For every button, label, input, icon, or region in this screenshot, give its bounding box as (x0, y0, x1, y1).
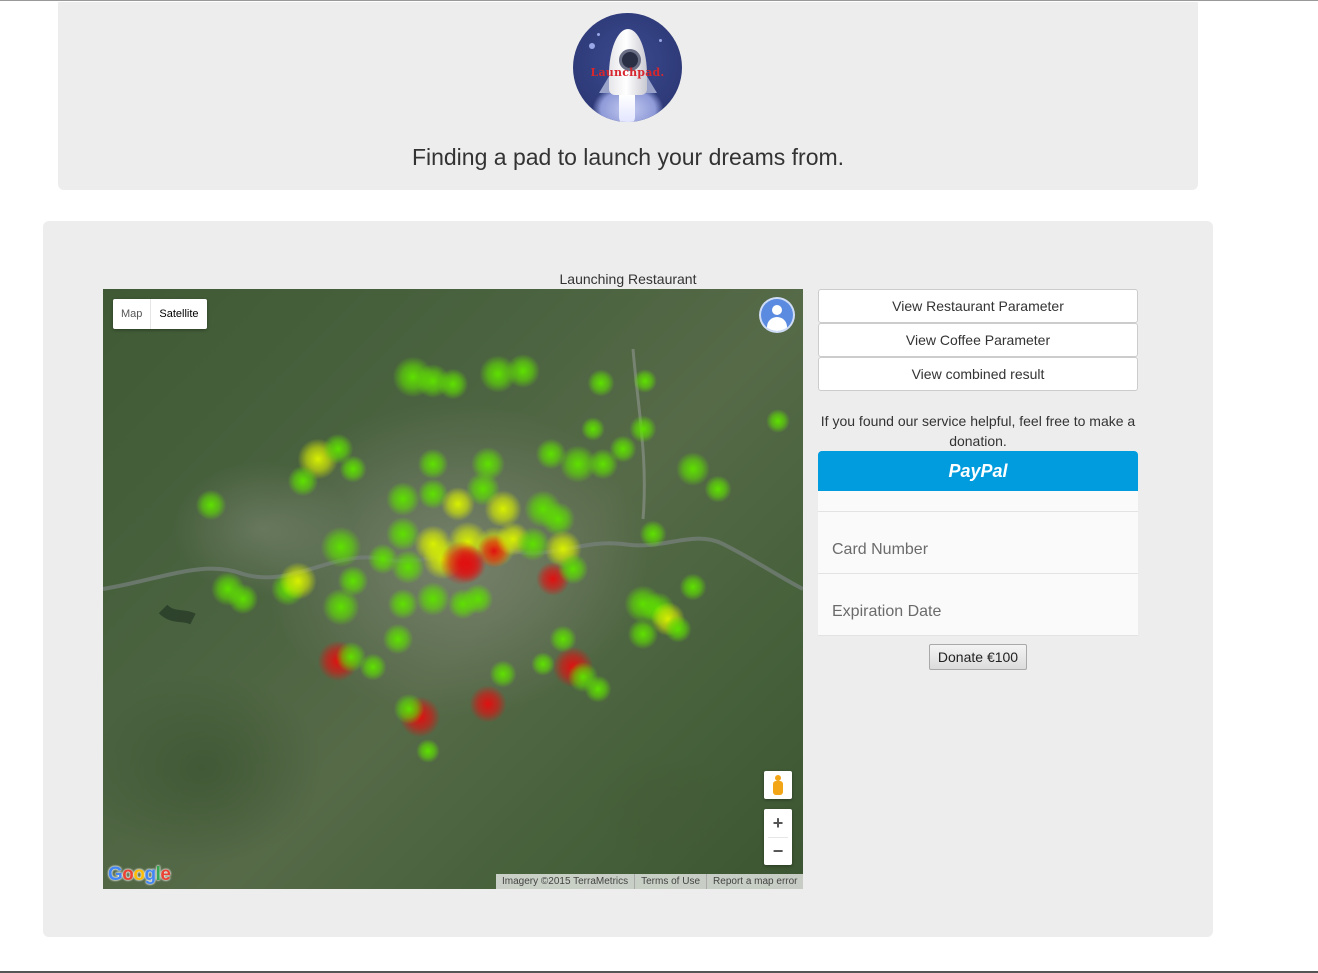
heat-spot (339, 455, 367, 483)
sidebar: View Restaurant Parameter View Coffee Pa… (818, 289, 1138, 670)
heat-spot (469, 685, 507, 723)
map-attribution: Imagery ©2015 TerraMetrics Terms of Use … (496, 874, 803, 889)
terms-of-use-link[interactable]: Terms of Use (634, 874, 706, 889)
pegman-icon[interactable] (764, 771, 792, 799)
expiration-date-field[interactable]: Expiration Date (818, 574, 1138, 636)
heat-spot (676, 452, 710, 486)
heat-spot (557, 553, 589, 585)
view-restaurant-button[interactable]: View Restaurant Parameter (818, 289, 1138, 323)
heat-spot (359, 653, 387, 681)
view-coffee-button[interactable]: View Coffee Parameter (818, 323, 1138, 357)
zoom-in-button[interactable]: + (764, 809, 792, 837)
map-title: Launching Restaurant (559, 271, 697, 287)
imagery-credit: Imagery ©2015 TerraMetrics (502, 876, 629, 887)
donate-button[interactable]: Donate €100 (929, 644, 1027, 670)
heat-spot (367, 543, 399, 575)
heat-spot (584, 675, 612, 703)
view-combined-button[interactable]: View combined result (818, 357, 1138, 391)
zoom-control: + − (764, 809, 792, 865)
heat-spot (386, 482, 420, 516)
heat-spot (531, 652, 555, 676)
heat-spot (320, 526, 362, 568)
zoom-out-button[interactable]: − (764, 837, 792, 865)
paypal-button[interactable]: PayPal (818, 451, 1138, 491)
google-logo[interactable]: Google (108, 864, 171, 886)
heat-spot (416, 739, 440, 763)
header-jumbotron: Launchpad. Finding a pad to launch your … (58, 2, 1198, 190)
heat-spot (549, 625, 577, 653)
launchpad-logo: Launchpad. (573, 13, 682, 122)
heat-spot (416, 582, 450, 616)
heatmap-map[interactable]: Map Satellite + − Google Imagery ©2015 T… (103, 289, 803, 889)
heat-spot (287, 465, 319, 497)
heatmap-layer (195, 354, 790, 763)
heat-spot (506, 354, 540, 388)
heat-spot (279, 562, 317, 600)
heat-spot (227, 583, 259, 615)
heat-spot (766, 409, 790, 433)
heat-spot (393, 693, 425, 725)
heat-spot (541, 502, 575, 536)
card-number-field[interactable]: Card Number (818, 512, 1138, 574)
heat-spot (664, 615, 692, 643)
heat-spot (704, 475, 732, 503)
heat-spot (484, 490, 522, 528)
heat-spot (417, 448, 449, 480)
heat-spot (609, 435, 637, 463)
heat-spot (489, 660, 517, 688)
heat-spot (679, 573, 707, 601)
heat-spot (382, 623, 414, 655)
heat-spot (439, 540, 485, 586)
heat-spot (437, 368, 469, 400)
main-panel: Launching Restaurant Map Satellite + − G… (43, 221, 1213, 937)
heat-spot (587, 369, 615, 397)
heat-spot (516, 527, 550, 561)
heat-spot (195, 489, 227, 521)
heat-spot (639, 520, 667, 548)
heat-spot (322, 588, 360, 626)
heat-spot (462, 583, 494, 615)
tagline: Finding a pad to launch your dreams from… (411, 144, 845, 170)
heat-spot (387, 588, 419, 620)
map-type-satellite-button[interactable]: Satellite (150, 299, 206, 329)
heat-spot (581, 417, 605, 441)
heat-spot (629, 415, 657, 443)
map-type-map-button[interactable]: Map (113, 299, 150, 329)
heat-spot (633, 369, 657, 393)
map-type-control: Map Satellite (113, 299, 207, 329)
account-avatar-icon[interactable] (761, 299, 793, 331)
heat-spot (627, 618, 659, 650)
card-form-spacer (818, 491, 1138, 512)
logo-text: Launchpad. (590, 66, 665, 79)
donation-text: If you found our service helpful, feel f… (820, 413, 1136, 449)
report-map-error-link[interactable]: Report a map error (706, 874, 803, 889)
